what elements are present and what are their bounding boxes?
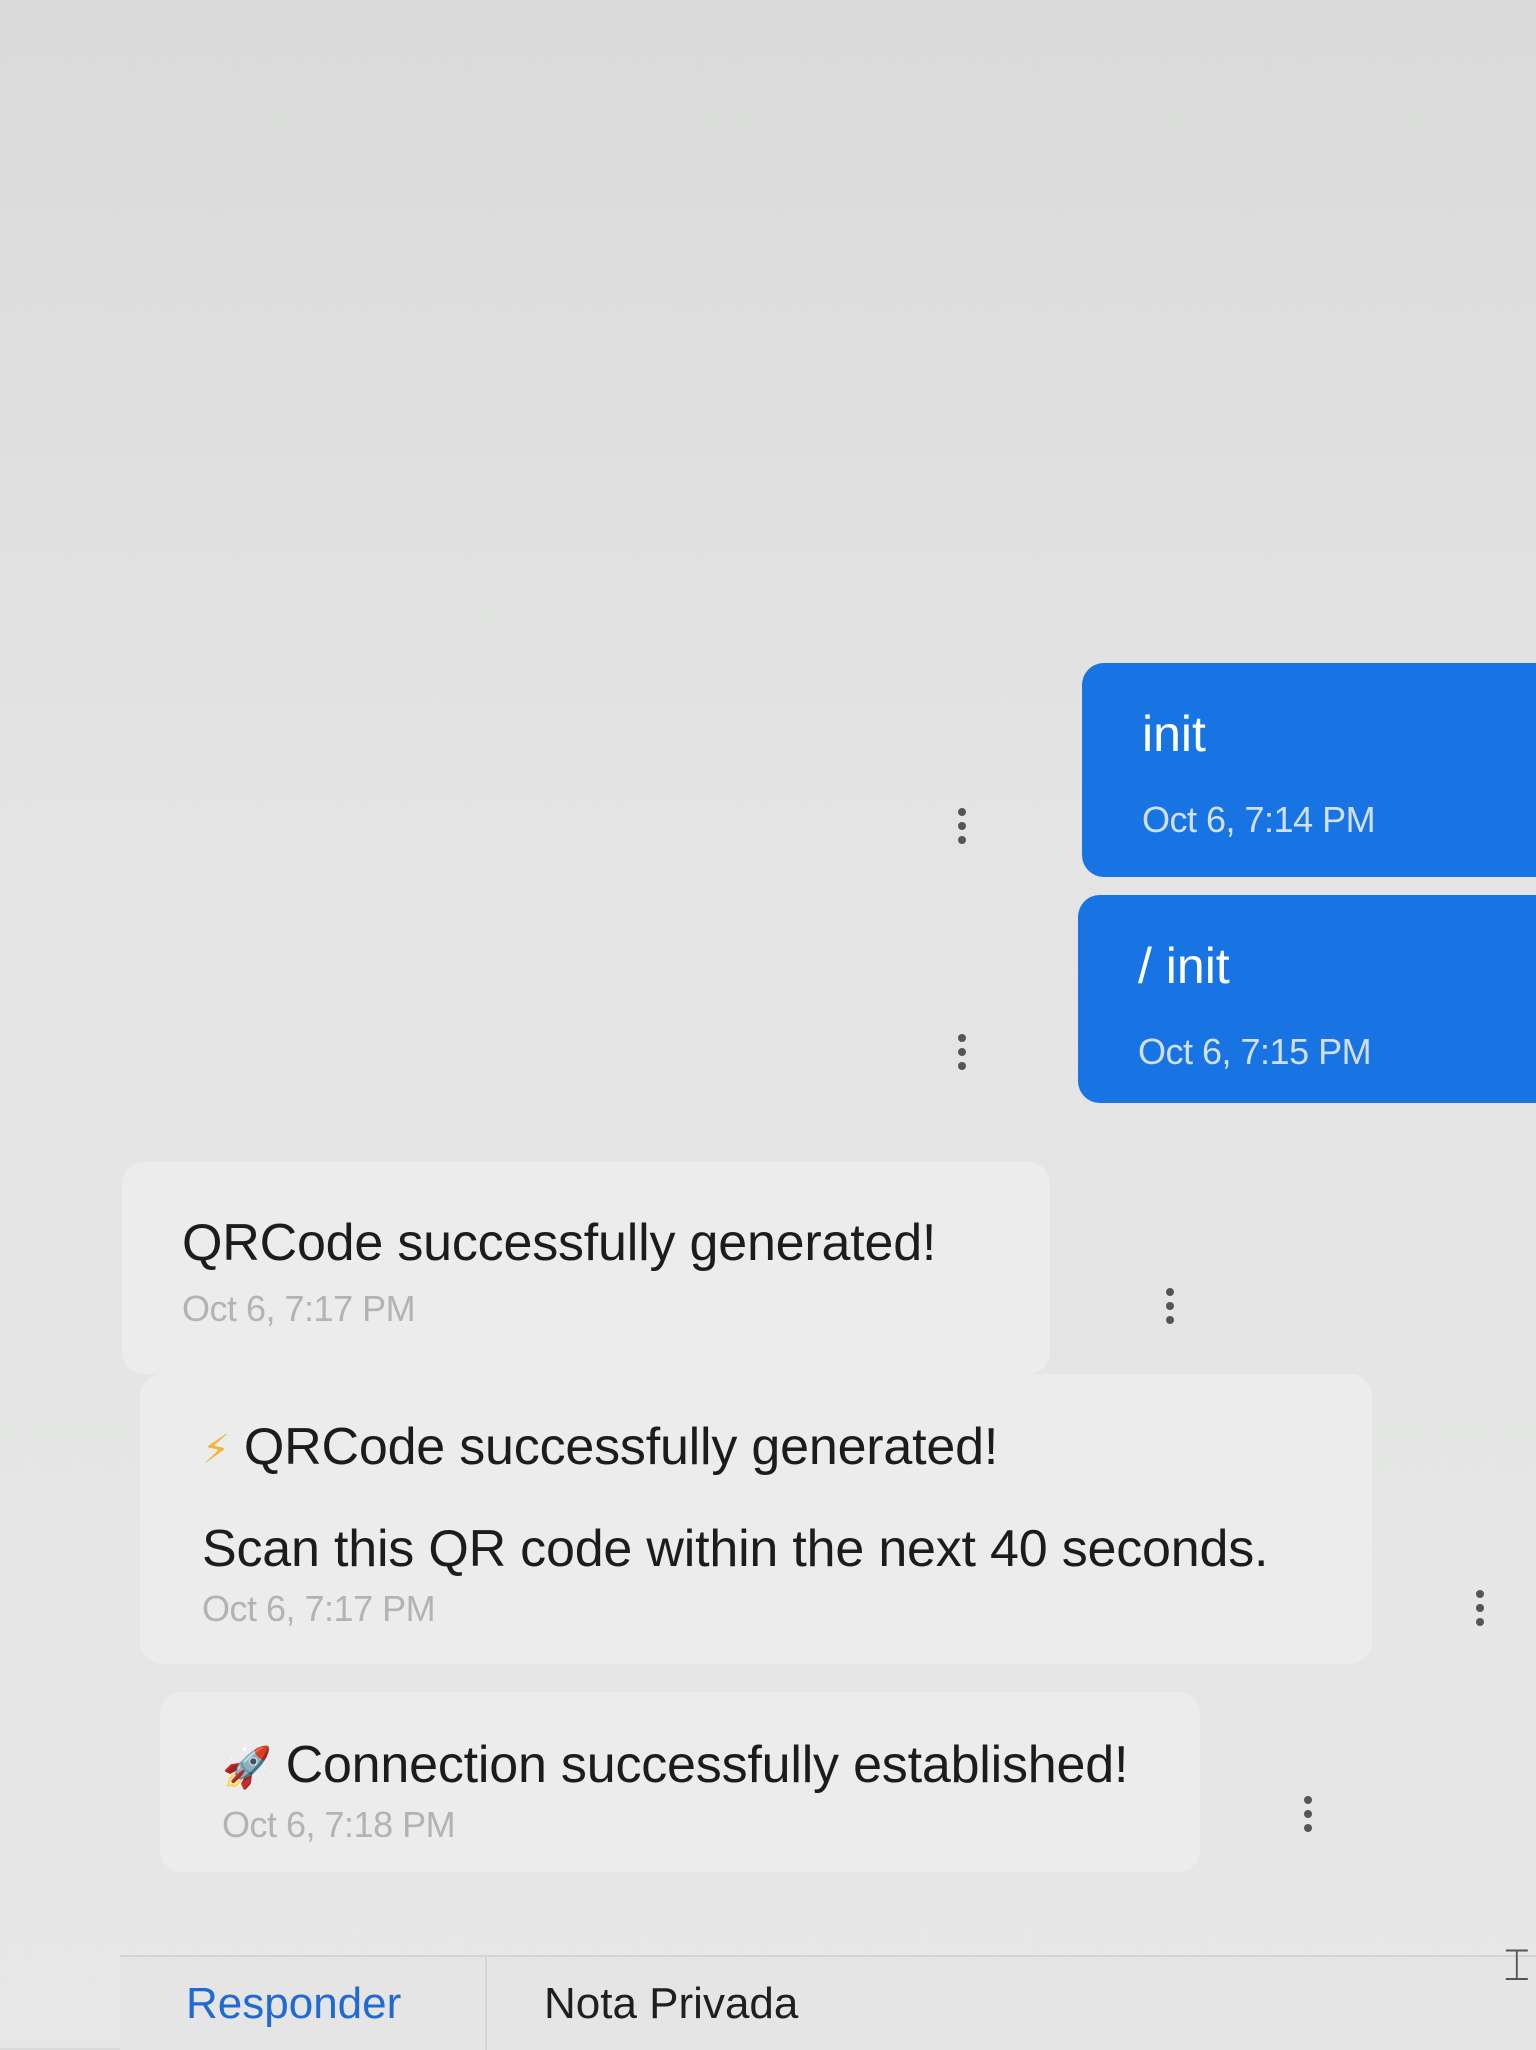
message-timestamp: Oct 6, 7:17 PM — [182, 1288, 416, 1329]
outgoing-message[interactable]: / init Oct 6, 7:15 PM — [1078, 895, 1536, 1103]
message-body: Scan this QR code within the next 40 sec… — [202, 1520, 1269, 1578]
lightning-bolt-icon: ⚡ — [202, 1428, 230, 1473]
message-list: init Oct 6, 7:14 PM / init Oct 6, 7:15 P… — [0, 0, 1536, 1955]
message-text: init — [1142, 706, 1206, 762]
tab-responder[interactable]: Responder — [186, 1979, 401, 2029]
message-text: ⚡ QRCode successfully generated! — [202, 1408, 1332, 1486]
message-options-icon[interactable] — [954, 808, 970, 844]
incoming-message[interactable]: ⚡ QRCode successfully generated! Scan thi… — [140, 1374, 1372, 1664]
message-options-icon[interactable] — [1300, 1796, 1316, 1832]
message-timestamp: Oct 6, 7:17 PM — [202, 1588, 436, 1629]
message-headline: QRCode successfully generated! — [243, 1418, 999, 1476]
message-text: / init — [1138, 938, 1230, 994]
message-options-icon[interactable] — [954, 1034, 970, 1070]
outgoing-message[interactable]: init Oct 6, 7:14 PM — [1082, 663, 1536, 877]
composer-tabs: Responder Nota Privada — [120, 1955, 1536, 2050]
message-timestamp: Oct 6, 7:15 PM — [1138, 1031, 1372, 1072]
message-options-icon[interactable] — [1162, 1288, 1178, 1324]
text-cursor-icon: ⌶ — [1503, 1940, 1530, 1991]
message-text: QRCode successfully generated! — [182, 1214, 937, 1272]
tab-nota-privada[interactable]: Nota Privada — [544, 1979, 798, 2029]
rocket-icon: 🚀 — [222, 1746, 272, 1791]
tab-divider — [485, 1957, 487, 2050]
message-options-icon[interactable] — [1472, 1590, 1488, 1626]
incoming-message[interactable]: QRCode successfully generated! Oct 6, 7:… — [122, 1162, 1050, 1374]
message-timestamp: Oct 6, 7:18 PM — [222, 1804, 456, 1845]
incoming-message[interactable]: 🚀 Connection successfully established! Oc… — [160, 1692, 1200, 1872]
message-timestamp: Oct 6, 7:14 PM — [1142, 799, 1376, 840]
message-text: 🚀 Connection successfully established! — [222, 1726, 1160, 1804]
message-headline: Connection successfully established! — [285, 1736, 1129, 1794]
